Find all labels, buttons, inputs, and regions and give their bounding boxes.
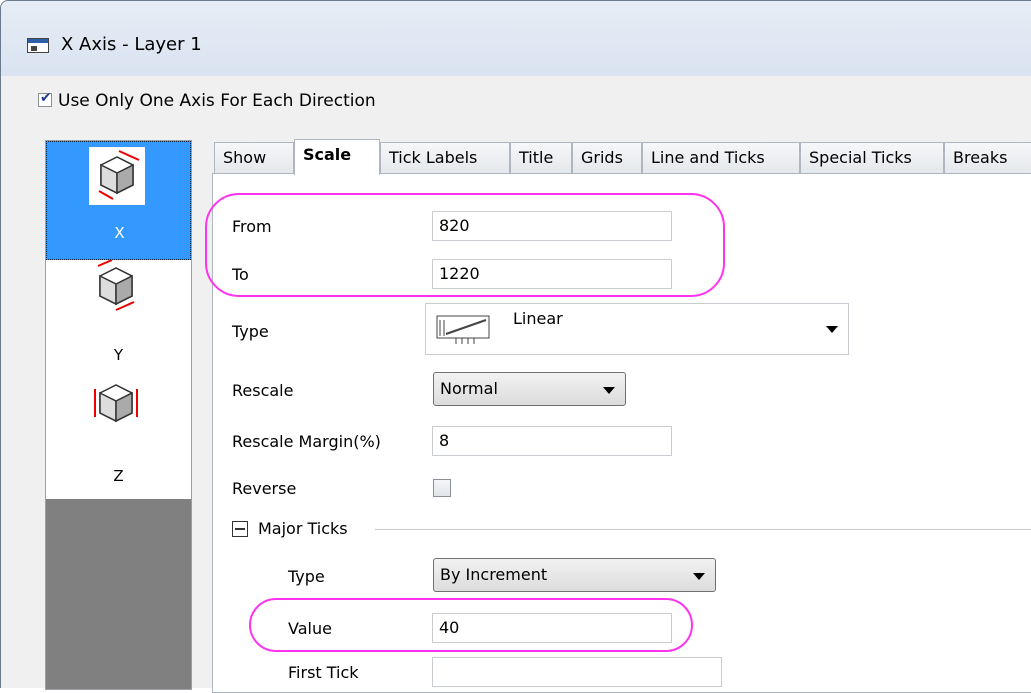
- rescale-margin-input[interactable]: 8: [432, 426, 672, 456]
- from-to-highlight: [205, 193, 725, 297]
- scale-type-select[interactable]: Linear: [425, 303, 849, 355]
- rescale-value: Normal: [440, 379, 498, 398]
- axis-list[interactable]: X Y Z: [45, 140, 192, 690]
- chevron-down-icon: [693, 573, 705, 580]
- group-divider: [375, 529, 1031, 530]
- axis-item-x[interactable]: X: [46, 141, 191, 260]
- reverse-label: Reverse: [232, 479, 297, 498]
- title-bar[interactable]: X Axis - Layer 1: [1, 1, 1031, 76]
- axis-item-label: X: [114, 224, 125, 242]
- tab-scale[interactable]: Scale: [294, 139, 380, 175]
- rescale-select[interactable]: Normal: [433, 372, 626, 406]
- z-axis-icon: [88, 379, 144, 437]
- window-icon: [27, 38, 49, 53]
- tab-line-and-ticks[interactable]: Line and Ticks: [642, 142, 800, 174]
- major-ticks-type-value: By Increment: [440, 565, 548, 584]
- axis-item-label: Y: [113, 346, 124, 364]
- first-tick-label: First Tick: [288, 663, 359, 682]
- y-axis-icon: [88, 259, 144, 318]
- use-one-axis-label: Use Only One Axis For Each Direction: [58, 91, 376, 111]
- tab-tick-labels[interactable]: Tick Labels: [380, 142, 510, 174]
- scale-type-value: Linear: [513, 309, 563, 328]
- rescale-label: Rescale: [232, 381, 294, 400]
- x-axis-icon: [89, 147, 145, 205]
- tab-title[interactable]: Title: [510, 142, 572, 174]
- collapse-icon[interactable]: [232, 521, 248, 537]
- tab-grids[interactable]: Grids: [572, 142, 642, 174]
- tab-breaks[interactable]: Breaks: [944, 142, 1031, 174]
- chevron-down-icon: [603, 387, 615, 394]
- reverse-checkbox[interactable]: [433, 479, 451, 497]
- tab-show[interactable]: Show: [214, 142, 294, 174]
- linear-scale-icon: [436, 315, 490, 344]
- axis-item-z[interactable]: Z: [46, 379, 191, 498]
- use-one-axis-checkbox[interactable]: ✔: [38, 90, 52, 107]
- major-ticks-type-label: Type: [288, 567, 325, 586]
- major-ticks-group-label: Major Ticks: [258, 519, 348, 538]
- window-title: X Axis - Layer 1: [61, 34, 202, 55]
- chevron-down-icon: [826, 326, 838, 333]
- check-icon: ✔: [40, 90, 52, 106]
- major-ticks-type-select[interactable]: By Increment: [433, 558, 716, 592]
- value-highlight: [249, 598, 693, 652]
- rescale-margin-label: Rescale Margin(%): [232, 432, 381, 451]
- axis-item-y[interactable]: Y: [46, 259, 191, 379]
- axis-item-label: Z: [113, 467, 124, 485]
- type-label: Type: [232, 322, 269, 341]
- tab-special-ticks[interactable]: Special Ticks: [800, 142, 944, 174]
- first-tick-input[interactable]: [432, 657, 722, 687]
